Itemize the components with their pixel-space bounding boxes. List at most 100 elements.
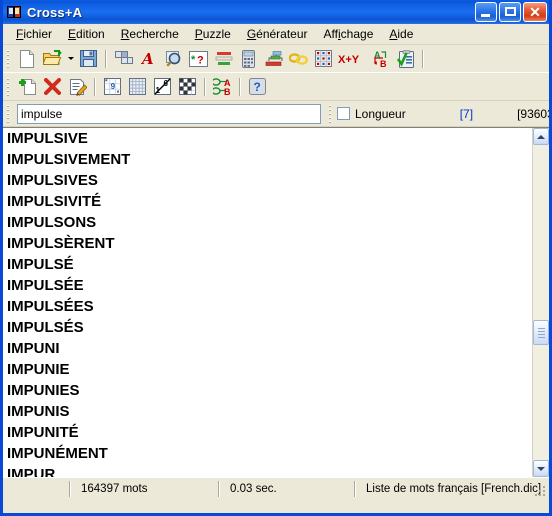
toolbar-separator-4: [239, 77, 241, 96]
menu-bar: FFichierichier Edition Recherche Puzzle …: [3, 24, 549, 45]
word-list[interactable]: IMPULSIVE IMPULSIVEMENT IMPULSIVES IMPUL…: [3, 128, 532, 477]
calculator-icon[interactable]: [237, 48, 260, 70]
total-count: [93603]: [517, 106, 549, 121]
list-item[interactable]: IMPULSÉ: [3, 254, 532, 275]
toolbar-separator-end: [422, 49, 424, 68]
status-word-count: 164397 mots: [81, 482, 148, 495]
open-folder-icon[interactable]: [41, 48, 64, 70]
chevron-down-icon: [537, 466, 545, 471]
list-item[interactable]: IMPULSÈRENT: [3, 233, 532, 254]
status-elapsed-time: 0.03 sec.: [230, 482, 277, 495]
list-item[interactable]: IMPULSIVITÉ: [3, 191, 532, 212]
scrollbar-grip-icon: [538, 328, 545, 338]
crossword-icon[interactable]: [112, 48, 135, 70]
longueur-panel: Longueur [7] [93603]: [337, 101, 549, 127]
list-item[interactable]: IMPULSONS: [3, 212, 532, 233]
maximize-button[interactable]: [499, 2, 521, 22]
search-gripper[interactable]: [5, 102, 13, 125]
list-item[interactable]: IMPUR: [3, 464, 532, 477]
close-icon: ✕: [529, 4, 541, 20]
svg-text:?: ?: [197, 54, 204, 66]
delete-word-icon[interactable]: [41, 76, 64, 98]
dropdown-arrow-icon[interactable]: [65, 48, 76, 70]
svg-text:B: B: [380, 59, 387, 68]
help-icon[interactable]: ?: [246, 76, 269, 98]
longueur-gripper[interactable]: [327, 102, 335, 125]
title-bar: Cross+A ✕: [3, 0, 549, 24]
chart-bars-icon[interactable]: [212, 48, 235, 70]
list-item[interactable]: IMPUNIS: [3, 401, 532, 422]
search-bar: Longueur [7] [93603]: [3, 101, 549, 127]
x-plus-y-icon[interactable]: X+Y: [337, 48, 367, 70]
menu-item-fichier[interactable]: FFichierichier: [8, 25, 60, 43]
vertical-scrollbar[interactable]: [532, 128, 549, 477]
toolbar-secondary: 9 1 6 A B ?: [3, 73, 549, 101]
grid-blank-icon[interactable]: [126, 76, 149, 98]
sudoku-icon[interactable]: 9: [101, 76, 124, 98]
svg-text:6: 6: [164, 79, 169, 88]
close-button[interactable]: ✕: [523, 2, 547, 22]
grid-numbers-icon[interactable]: [312, 48, 335, 70]
translate-ab-icon[interactable]: A B: [369, 48, 392, 70]
menu-item-recherche[interactable]: Recherche: [113, 25, 187, 43]
minimize-button[interactable]: [475, 2, 497, 22]
menu-item-aide[interactable]: Aide: [381, 25, 421, 43]
longueur-value: [7]: [459, 106, 474, 121]
search-magnifier-icon[interactable]: [162, 48, 185, 70]
window-controls: ✕: [475, 2, 547, 22]
svg-text:*: *: [191, 54, 196, 66]
minimize-icon: [481, 14, 490, 17]
toolbar-separator: [105, 49, 107, 68]
list-item[interactable]: IMPULSÉS: [3, 317, 532, 338]
chevron-up-icon: [537, 134, 545, 139]
save-icon[interactable]: [77, 48, 100, 70]
list-item[interactable]: IMPUNIE: [3, 359, 532, 380]
list-item[interactable]: IMPUNÉMENT: [3, 443, 532, 464]
svg-text:A: A: [141, 50, 154, 67]
nonogram-icon[interactable]: 1 6: [151, 76, 174, 98]
longueur-label: Longueur: [355, 106, 406, 121]
scroll-down-button[interactable]: [533, 460, 549, 477]
scrollbar-thumb[interactable]: [533, 320, 549, 345]
svg-text:X+Y: X+Y: [338, 54, 360, 66]
checklist-icon[interactable]: [394, 48, 417, 70]
window-title: Cross+A: [27, 4, 83, 20]
toolbar-gripper-secondary[interactable]: [5, 75, 13, 98]
menu-item-affichage[interactable]: Affichage: [316, 25, 382, 43]
scroll-up-button[interactable]: [533, 128, 549, 145]
tree-diagram-icon[interactable]: [262, 48, 285, 70]
wildcard-search-icon[interactable]: * ?: [187, 48, 210, 70]
list-item[interactable]: IMPULSÉES: [3, 296, 532, 317]
toolbar-separator-3: [204, 77, 206, 96]
chain-links-icon[interactable]: [287, 48, 310, 70]
new-file-icon[interactable]: [16, 48, 39, 70]
status-dictionary: Liste de mots français [French.dic]: [366, 482, 542, 495]
cipher-ab-icon[interactable]: A B: [211, 76, 234, 98]
book-icon: [7, 4, 23, 20]
toolbar-gripper[interactable]: [5, 47, 13, 70]
svg-text:B: B: [224, 87, 231, 96]
menu-item-generateur[interactable]: Générateur: [239, 25, 316, 43]
resize-grip[interactable]: [535, 486, 547, 498]
toolbar-main: A * ? X+Y A B: [3, 45, 549, 73]
list-item[interactable]: IMPUNI: [3, 338, 532, 359]
edit-word-icon[interactable]: [66, 76, 89, 98]
list-item[interactable]: IMPULSIVES: [3, 170, 532, 191]
add-word-icon[interactable]: [16, 76, 39, 98]
svg-text:1: 1: [156, 86, 161, 95]
search-input[interactable]: [17, 103, 321, 124]
anagram-icon[interactable]: A: [137, 48, 160, 70]
application-window: Cross+A ✕ FFichierichier Edition Recherc…: [0, 0, 552, 516]
menu-item-puzzle[interactable]: Puzzle: [187, 25, 239, 43]
longueur-checkbox[interactable]: [337, 107, 350, 120]
list-item[interactable]: IMPUNITÉ: [3, 422, 532, 443]
list-item[interactable]: IMPULSIVEMENT: [3, 149, 532, 170]
list-item[interactable]: IMPULSIVE: [3, 128, 532, 149]
list-item[interactable]: IMPULSÉE: [3, 275, 532, 296]
toolbar-separator-2: [94, 77, 96, 96]
kakuro-icon[interactable]: [176, 76, 199, 98]
word-list-panel: IMPULSIVE IMPULSIVEMENT IMPULSIVES IMPUL…: [3, 127, 549, 477]
maximize-icon: [505, 7, 516, 16]
list-item[interactable]: IMPUNIES: [3, 380, 532, 401]
menu-item-edition[interactable]: Edition: [60, 25, 113, 43]
